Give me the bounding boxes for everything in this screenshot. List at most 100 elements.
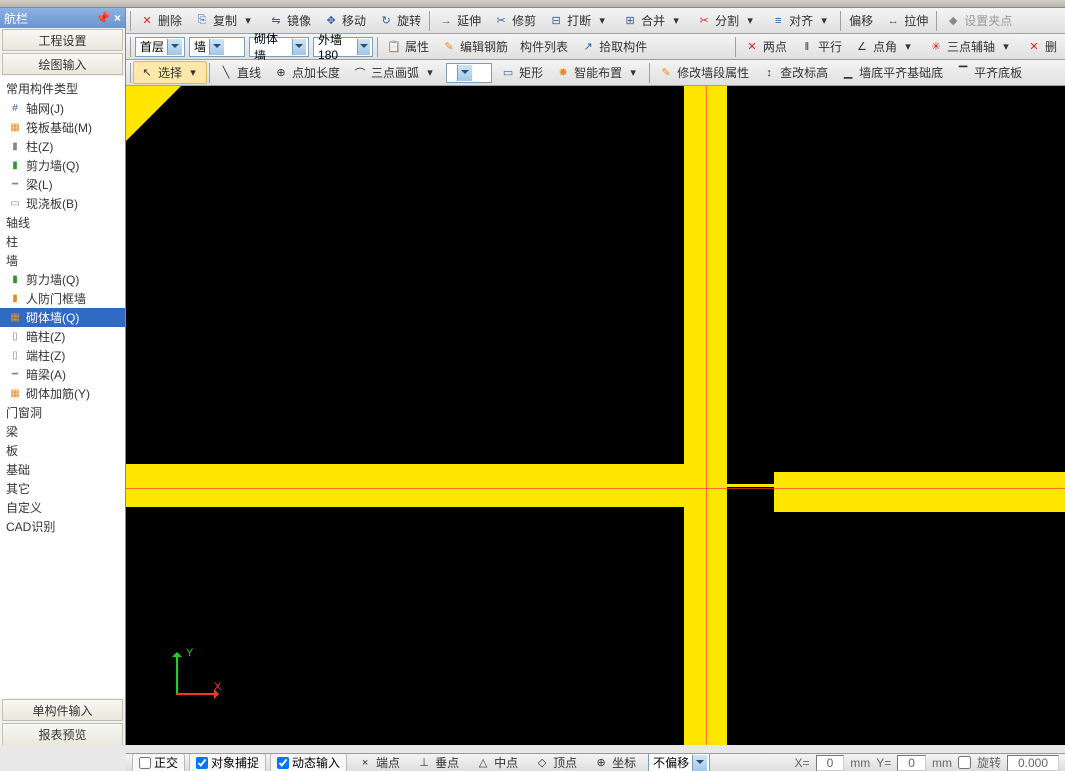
coord-snap[interactable]: ⊕坐标 xyxy=(587,753,642,771)
dropdown-icon[interactable]: ▾ xyxy=(422,65,438,81)
tree-category[interactable]: 基础 xyxy=(0,460,125,479)
wallslab-button[interactable]: ▔平齐底板 xyxy=(949,61,1028,84)
delete-axis-button[interactable]: ✕删 xyxy=(1020,35,1063,58)
mid-snap[interactable]: △中点 xyxy=(469,753,524,771)
break-button[interactable]: ⊟打断▾ xyxy=(542,9,616,32)
tree-item[interactable]: ▮剪力墙(Q) xyxy=(0,270,125,289)
tree-item[interactable]: ▮人防门框墙 xyxy=(0,289,125,308)
vertex-snap[interactable]: ◇顶点 xyxy=(528,753,583,771)
rect-button[interactable]: ▭矩形 xyxy=(494,61,549,84)
tree-item-label: 现浇板(B) xyxy=(26,195,78,212)
tree-category[interactable]: 柱 xyxy=(0,232,125,251)
tree-item[interactable]: ▦砌体墙(Q) xyxy=(0,308,125,327)
pick-component-button[interactable]: ↗拾取构件 xyxy=(574,35,653,58)
tree-item[interactable]: ▯端柱(Z) xyxy=(0,346,125,365)
tree-category[interactable]: 轴线 xyxy=(0,213,125,232)
dropdown-icon[interactable]: ▾ xyxy=(998,39,1014,55)
drawing-canvas[interactable]: Y X xyxy=(126,86,1065,745)
component-icon: ━ xyxy=(8,178,22,192)
instance-combo[interactable]: 外墙180 xyxy=(313,37,373,57)
threeaxis-button[interactable]: ✳三点辅轴▾ xyxy=(922,35,1020,58)
property-button[interactable]: 📋属性 xyxy=(380,35,435,58)
dropdown-icon[interactable] xyxy=(167,39,182,55)
dyn-toggle[interactable]: 动态输入 xyxy=(270,753,347,771)
tree-item[interactable]: ▮剪力墙(Q) xyxy=(0,156,125,175)
dropdown-icon[interactable]: ▾ xyxy=(240,13,256,29)
dropdown-icon[interactable]: ▾ xyxy=(185,65,201,81)
dropdown-icon[interactable]: ▾ xyxy=(594,13,610,29)
dropdown-icon[interactable]: ▾ xyxy=(816,13,832,29)
dropdown-icon[interactable] xyxy=(457,65,472,81)
dropdown-icon[interactable] xyxy=(292,39,306,55)
tree-item[interactable]: ━暗梁(A) xyxy=(0,365,125,384)
edit-rebar-button[interactable]: ✎编辑钢筋 xyxy=(435,35,514,58)
rotate-check[interactable] xyxy=(958,756,971,769)
pin-icon[interactable]: 📌 xyxy=(96,11,111,25)
merge-button[interactable]: ⊞合并▾ xyxy=(616,9,690,32)
tree-category[interactable]: 门窗洞 xyxy=(0,403,125,422)
trim-button[interactable]: ✂修剪 xyxy=(487,9,542,32)
tree-category[interactable]: 墙 xyxy=(0,251,125,270)
twopoint-button[interactable]: ✕两点 xyxy=(738,35,793,58)
tree-item[interactable]: ━ 梁(L) xyxy=(0,175,125,194)
offset-combo[interactable]: 不偏移 xyxy=(648,753,710,771)
empty-combo[interactable] xyxy=(446,63,492,83)
category-combo[interactable]: 墙 xyxy=(189,37,245,57)
floor-combo[interactable]: 首层 xyxy=(135,37,185,57)
component-icon: ▯ xyxy=(8,349,22,363)
offset-button[interactable]: 偏移 xyxy=(843,9,879,32)
copy-button[interactable]: ⎘复制▾ xyxy=(188,9,262,32)
wallbase-button[interactable]: ▁墙底平齐基础底 xyxy=(834,61,949,84)
tree-item[interactable]: ▮柱(Z) xyxy=(0,137,125,156)
perp-snap[interactable]: ⊥垂点 xyxy=(410,753,465,771)
rotate-button[interactable]: ↻旋转 xyxy=(372,9,427,32)
tree-item[interactable]: ▦筏板基础(M) xyxy=(0,118,125,137)
line-button[interactable]: ╲直线 xyxy=(212,61,267,84)
wall-horizontal-right[interactable] xyxy=(774,472,1065,512)
tree-category[interactable]: 自定义 xyxy=(0,498,125,517)
tree-category[interactable]: 梁 xyxy=(0,422,125,441)
editseg-button[interactable]: ✎修改墙段属性 xyxy=(652,61,755,84)
tree-item-label: 梁(L) xyxy=(26,176,53,193)
tree-item[interactable]: ▭现浇板(B) xyxy=(0,194,125,213)
single-component-button[interactable]: 单构件输入 xyxy=(2,699,123,721)
project-settings-button[interactable]: 工程设置 xyxy=(2,29,123,51)
endpoint-snap[interactable]: ×端点 xyxy=(351,753,406,771)
wall-horizontal-left[interactable] xyxy=(126,464,727,507)
tree-item[interactable]: ▯暗柱(Z) xyxy=(0,327,125,346)
close-icon[interactable]: × xyxy=(114,11,121,25)
split-button[interactable]: ✂分割▾ xyxy=(690,9,764,32)
tree-category[interactable]: 其它 xyxy=(0,479,125,498)
move-button[interactable]: ✥移动 xyxy=(317,9,372,32)
setpoint-button: ◆设置夹点 xyxy=(939,9,1018,32)
tree-category[interactable]: CAD识别 xyxy=(0,517,125,536)
type-combo[interactable]: 砌体墙 xyxy=(249,37,309,57)
tree-item-label: 剪力墙(Q) xyxy=(26,271,79,288)
parallel-button[interactable]: ‖平行 xyxy=(793,35,848,58)
dropdown-icon[interactable] xyxy=(357,39,370,55)
pointlen-button[interactable]: ⊕点加长度 xyxy=(267,61,346,84)
select-button[interactable]: ↖选择▾ xyxy=(133,61,207,84)
pointangle-button[interactable]: ∠点角▾ xyxy=(848,35,922,58)
arc3-button[interactable]: ⌒三点画弧▾ xyxy=(346,61,444,84)
dropdown-icon[interactable]: ▾ xyxy=(668,13,684,29)
dropdown-icon[interactable]: ▾ xyxy=(900,39,916,55)
tree-item[interactable]: ▦砌体加筋(Y) xyxy=(0,384,125,403)
dropdown-icon[interactable]: ▾ xyxy=(742,13,758,29)
draw-input-button[interactable]: 绘图输入 xyxy=(2,53,123,75)
extend-button[interactable]: →延伸 xyxy=(432,9,487,32)
checkelev-button[interactable]: ↕查改标高 xyxy=(755,61,834,84)
dropdown-icon[interactable] xyxy=(209,39,224,55)
dropdown-icon[interactable] xyxy=(692,755,707,771)
snap-toggle[interactable]: 对象捕捉 xyxy=(189,753,266,771)
report-preview-button[interactable]: 报表预览 xyxy=(2,723,123,745)
tree-item[interactable]: #轴网(J) xyxy=(0,99,125,118)
ortho-toggle[interactable]: 正交 xyxy=(132,753,185,771)
tree-category[interactable]: 板 xyxy=(0,441,125,460)
align-button[interactable]: ≡对齐▾ xyxy=(764,9,838,32)
stretch-button[interactable]: ↔拉伸 xyxy=(879,9,934,32)
smart-button[interactable]: ✸智能布置▾ xyxy=(549,61,647,84)
dropdown-icon[interactable]: ▾ xyxy=(625,65,641,81)
delete-button[interactable]: ✕删除 xyxy=(133,9,188,32)
component-list-button[interactable]: 构件列表 xyxy=(514,35,574,58)
